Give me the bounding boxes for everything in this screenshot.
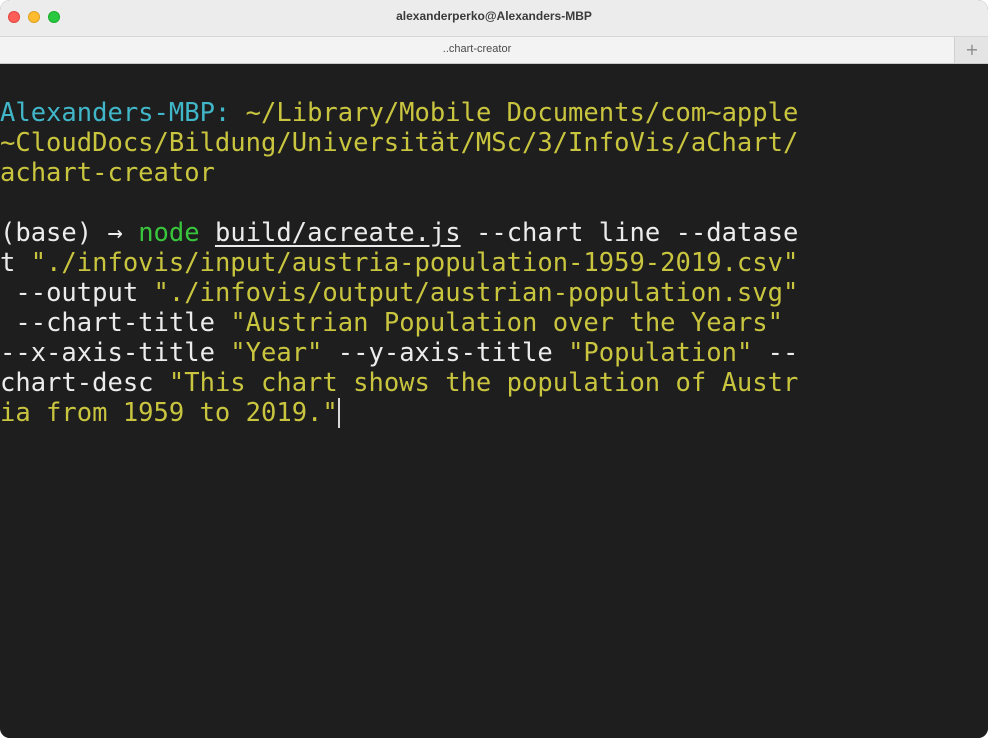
- chart-desc-value-line2: ia from 1959 to 2019.": [0, 398, 338, 428]
- text-cursor: [337, 398, 340, 428]
- terminal-output[interactable]: Alexanders-MBP: ~/Library/Mobile Documen…: [0, 64, 988, 738]
- env-prefix: (base): [0, 218, 93, 248]
- flag-chart-wrap: t: [0, 248, 16, 278]
- prompt-path-line2: ~CloudDocs/Bildung/Universität/MSc/3/Inf…: [0, 128, 799, 158]
- flag-chart-desc-part2: chart-desc: [0, 368, 154, 398]
- terminal-window: alexanderperko@Alexanders-MBP ..chart-cr…: [0, 0, 988, 738]
- chart-title-value: "Austrian Population over the Years": [230, 308, 783, 338]
- prompt-path-line3: achart-creator: [0, 158, 215, 188]
- tab-label: ..chart-creator: [442, 43, 512, 55]
- command-name: node: [138, 218, 200, 248]
- chart-desc-value-line1: "This chart shows the population of Aust…: [168, 368, 799, 398]
- dataset-value: "./infovis/input/austria-population-1959…: [30, 248, 799, 278]
- flag-x-axis-title: --x-axis-title: [0, 338, 215, 368]
- terminal-text: Alexanders-MBP: ~/Library/Mobile Documen…: [0, 98, 798, 428]
- flag-output: --output: [15, 278, 139, 308]
- tab-bar: ..chart-creator +: [0, 37, 988, 64]
- new-tab-button[interactable]: +: [956, 37, 988, 63]
- prompt-host: Alexanders-MBP:: [0, 98, 231, 128]
- output-value: "./infovis/output/austrian-population.sv…: [153, 278, 799, 308]
- y-axis-title-value: "Population": [568, 338, 753, 368]
- window-title: alexanderperko@Alexanders-MBP: [396, 9, 592, 23]
- prompt-path-line1: ~/Library/Mobile Documents/com~apple: [245, 98, 799, 128]
- tab-chart-creator[interactable]: ..chart-creator: [0, 37, 955, 63]
- arrow-icon: →: [107, 218, 123, 248]
- x-axis-title-value: "Year": [230, 338, 323, 368]
- flag-chart-title: --chart-title: [15, 308, 215, 338]
- flag-y-axis-title: --y-axis-title: [337, 338, 553, 368]
- title-bar: alexanderperko@Alexanders-MBP: [0, 0, 988, 37]
- flag-chart: --chart line --datase: [475, 218, 799, 248]
- script-file-link[interactable]: build/acreate.js: [215, 218, 461, 248]
- flag-chart-desc-part1: --: [767, 338, 799, 368]
